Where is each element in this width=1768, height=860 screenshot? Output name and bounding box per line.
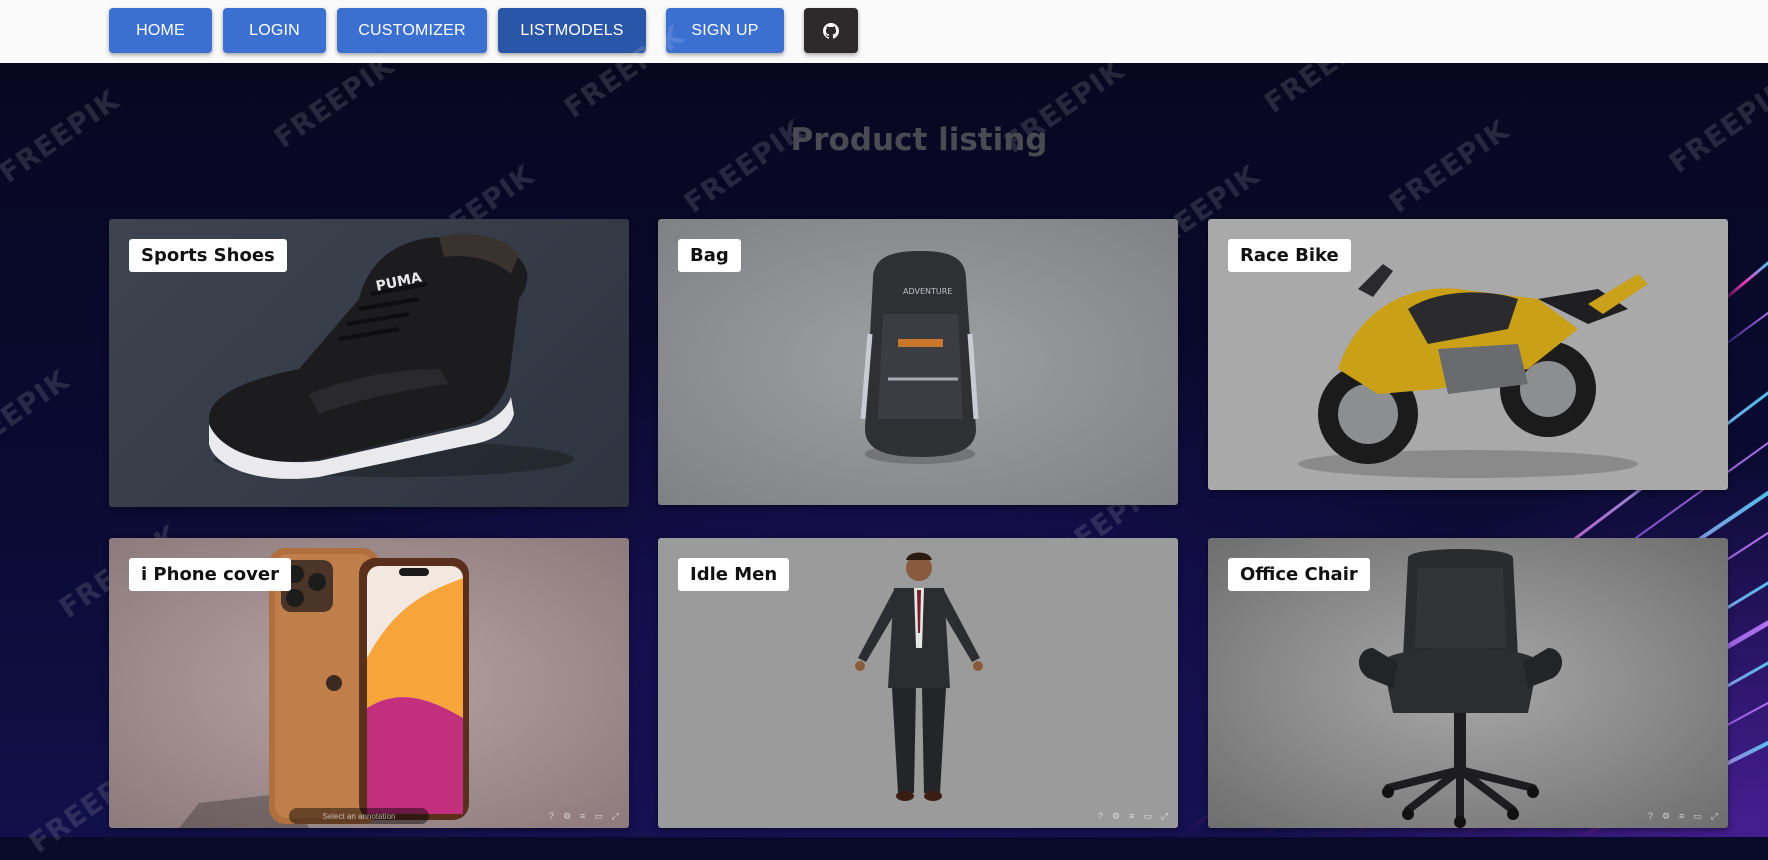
product-label: Sports Shoes xyxy=(129,239,287,272)
vr-icon[interactable]: ▭ xyxy=(1143,811,1152,822)
signup-button[interactable]: SIGN UP xyxy=(666,8,784,53)
help-icon[interactable]: ? xyxy=(1098,811,1103,822)
product-label: Bag xyxy=(678,239,741,272)
layers-icon[interactable]: ≡ xyxy=(1129,811,1134,822)
product-card-sports-shoes[interactable]: PUMA Sports Shoes xyxy=(109,219,629,507)
layers-icon[interactable]: ≡ xyxy=(580,811,585,822)
product-label: i Phone cover xyxy=(129,558,291,591)
annotation-selector[interactable]: Select an annotation xyxy=(289,808,429,824)
svg-text:ADVENTURE: ADVENTURE xyxy=(903,287,952,296)
product-card-office-chair[interactable]: ? ⚙ ≡ ▭ ⤢ Office Chair xyxy=(1208,538,1728,828)
github-icon xyxy=(823,22,839,39)
github-button[interactable] xyxy=(804,8,858,53)
page-title: Product listing xyxy=(790,122,1048,158)
product-label: Race Bike xyxy=(1228,239,1351,272)
product-card-iphone-cover[interactable]: Select an annotation ? ⚙ ≡ ▭ ⤢ i Phone c… xyxy=(109,538,629,828)
help-icon[interactable]: ? xyxy=(1648,811,1653,822)
fullscreen-icon[interactable]: ⤢ xyxy=(612,811,619,822)
customizer-button[interactable]: CUSTOMIZER xyxy=(337,8,487,53)
help-icon[interactable]: ? xyxy=(549,811,554,822)
login-button[interactable]: LOGIN xyxy=(223,8,326,53)
fullscreen-icon[interactable]: ⤢ xyxy=(1711,811,1718,822)
viewer-toolbar: ? ⚙ ≡ ▭ ⤢ xyxy=(1098,811,1168,822)
listmodels-button[interactable]: LISTMODELS xyxy=(498,8,646,53)
product-card-race-bike[interactable]: Race Bike xyxy=(1208,219,1728,490)
top-navbar: HOME LOGIN CUSTOMIZER LISTMODELS SIGN UP xyxy=(0,0,1768,64)
vr-icon[interactable]: ▭ xyxy=(594,811,603,822)
vr-icon[interactable]: ▭ xyxy=(1693,811,1702,822)
fullscreen-icon[interactable]: ⤢ xyxy=(1161,811,1168,822)
product-label: Idle Men xyxy=(678,558,790,591)
product-label: Office Chair xyxy=(1228,558,1370,591)
settings-icon[interactable]: ⚙ xyxy=(563,811,571,822)
viewer-toolbar: ? ⚙ ≡ ▭ ⤢ xyxy=(549,811,619,822)
home-button[interactable]: HOME xyxy=(109,8,212,53)
product-card-idle-men[interactable]: ? ⚙ ≡ ▭ ⤢ Idle Men xyxy=(658,538,1178,828)
product-card-bag[interactable]: ADVENTURE Bag xyxy=(658,219,1178,505)
layers-icon[interactable]: ≡ xyxy=(1679,811,1684,822)
viewer-toolbar: ? ⚙ ≡ ▭ ⤢ xyxy=(1648,811,1718,822)
settings-icon[interactable]: ⚙ xyxy=(1112,811,1120,822)
settings-icon[interactable]: ⚙ xyxy=(1662,811,1670,822)
